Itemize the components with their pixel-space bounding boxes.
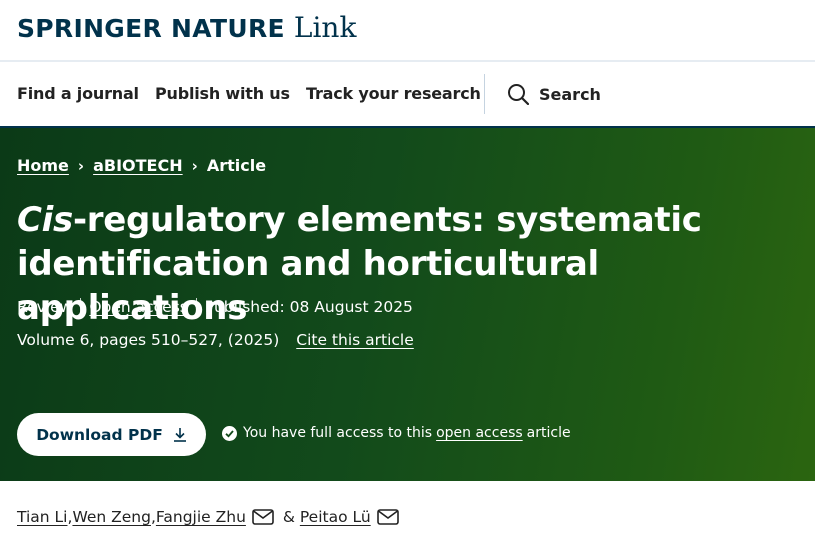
access-note: You have full access to this open access… [222,425,571,441]
open-access-link[interactable]: Open access [89,298,188,316]
cite-this-article-link[interactable]: Cite this article [296,331,414,349]
brand-publisher: SPRINGER NATURE [17,14,285,43]
author-link[interactable]: Tian Li [17,508,68,526]
download-icon [173,428,186,442]
published-date: Published: 08 August 2025 [204,298,413,316]
nav-track-research[interactable]: Track your research [306,62,481,126]
nav-publish-with-us[interactable]: Publish with us [155,62,290,126]
breadcrumb-current: Article [206,156,267,175]
access-note-suffix: article [526,425,571,441]
author-link[interactable]: Wen Zeng [72,508,151,526]
meta-divider [80,298,82,316]
access-note-link[interactable]: open access [436,425,523,441]
main-nav: Find a journal Publish with us Track you… [0,62,815,128]
breadcrumb: Home › aBIOTECH › Article [17,156,266,175]
check-circle-icon [222,425,237,441]
author-list: Tian Li , Wen Zeng , Fangjie Zhu & Peita… [17,508,403,526]
chevron-right-icon: › [77,156,85,175]
brand-product: Link [293,11,357,44]
author-separator: & [277,508,300,526]
meta-divider [195,298,197,316]
site-header: SPRINGER NATURE Link [0,0,815,62]
volume-info: Volume 6, pages 510–527, (2025) [17,331,280,349]
article-meta: Review Open access Published: 08 August … [17,298,413,316]
search-button[interactable]: Search [507,62,601,126]
access-note-text: You have full access to this [243,425,433,441]
search-icon [508,84,529,105]
chevron-right-icon: › [191,156,198,175]
springer-nature-link-logo[interactable]: SPRINGER NATURE Link [17,11,356,44]
article-citation-line: Volume 6, pages 510–527, (2025) Cite thi… [17,331,414,349]
download-pdf-label: Download PDF [36,425,163,444]
breadcrumb-journal[interactable]: aBIOTECH [93,156,183,175]
author-link[interactable]: Peitao Lü [300,508,371,526]
envelope-icon[interactable] [376,509,399,525]
search-label: Search [539,84,601,104]
article-type: Review [17,298,73,316]
article-title-italic: Cis [17,200,73,240]
breadcrumb-home[interactable]: Home [17,156,69,175]
nav-find-journal[interactable]: Find a journal [17,62,139,126]
envelope-icon[interactable] [252,509,274,525]
nav-divider [484,74,485,114]
author-link[interactable]: Fangjie Zhu [156,508,246,526]
article-hero: Home › aBIOTECH › Article Cis-regulatory… [0,128,815,481]
download-pdf-button[interactable]: Download PDF [17,413,206,456]
